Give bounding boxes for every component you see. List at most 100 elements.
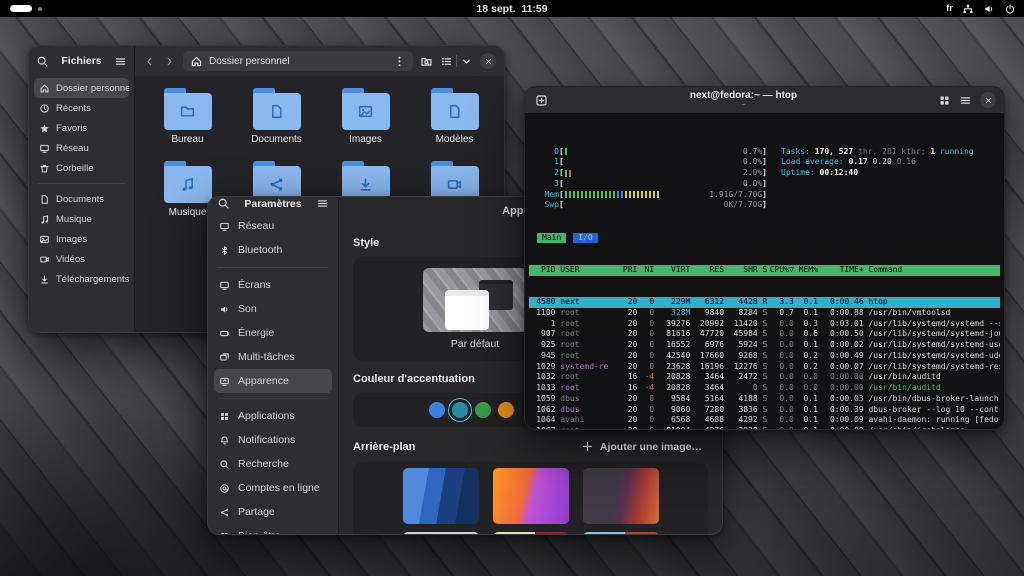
column-header-pri[interactable]: PRI (618, 265, 637, 276)
settings-item-bien-tre[interactable]: Bien-être (214, 524, 332, 534)
settings-item-bluetooth[interactable]: Bluetooth (214, 238, 332, 262)
sidebar-item-documents[interactable]: Documents (34, 189, 129, 209)
clock[interactable]: 18 sept. 11:59 (0, 3, 1024, 15)
settings-item-recherche[interactable]: Recherche (214, 452, 332, 476)
wallpaper-thumbnail-green-red[interactable] (493, 532, 569, 534)
keyboard-layout-indicator[interactable]: fr (946, 3, 953, 14)
info-segment: Tasks: (781, 147, 815, 156)
sidebar-item-corbeille[interactable]: Corbeille (34, 158, 129, 178)
settings-item-applications[interactable]: Applications (214, 404, 332, 428)
wallpaper-thumbnail-gray[interactable] (403, 532, 479, 534)
htop-tab-io[interactable]: I/O (573, 233, 597, 244)
network-icon[interactable] (962, 3, 974, 15)
cell-res: 16196 (690, 362, 724, 373)
menu-icon[interactable] (959, 94, 972, 107)
column-header-res[interactable]: RES (690, 265, 724, 276)
wallpaper-thumbnail-blue-red[interactable] (583, 532, 659, 534)
accent-color-orange[interactable] (498, 402, 514, 418)
process-row-1032[interactable]: 1032root16-42082834642472S0.00.00:00.00/… (529, 372, 1000, 383)
settings-item--nergie[interactable]: Énergie (214, 321, 332, 345)
folder-mod-les[interactable]: Modèles (410, 88, 499, 161)
settings-item-apparence[interactable]: Apparence (214, 369, 332, 393)
settings-item--crans[interactable]: Écrans (214, 273, 332, 297)
sidebar-item-label: Téléchargements (56, 274, 129, 285)
sidebar-item-favoris[interactable]: Favoris (34, 118, 129, 138)
kebab-menu-icon[interactable] (393, 55, 406, 68)
process-row-1033[interactable]: 1033root16-42082834640S0.00.00:00.00/usr… (529, 383, 1000, 394)
sidebar-item-t-l-chargements[interactable]: Téléchargements (34, 269, 129, 289)
process-row-1029[interactable]: 1029systemd-re200236281619612276S0.00.20… (529, 362, 1000, 373)
accent-color-blue[interactable] (429, 402, 445, 418)
settings-item-son[interactable]: Son (214, 297, 332, 321)
wallpaper-thumbnail-dark-red[interactable] (583, 468, 659, 524)
column-header-s[interactable]: S (758, 265, 768, 276)
cell-pri: 20 (618, 297, 637, 308)
forward-icon[interactable] (163, 55, 176, 68)
sidebar-item-images[interactable]: Images (34, 229, 129, 249)
chevron-down-icon[interactable] (460, 55, 473, 68)
sidebar-item-r-seau[interactable]: Réseau (34, 138, 129, 158)
cell-command: /usr/bin/auditd (864, 372, 1000, 383)
column-header-time[interactable]: TIME+ (818, 265, 864, 276)
settings-item-r-seau[interactable]: Réseau (214, 214, 332, 238)
wallpaper-thumbnail-blue[interactable] (403, 468, 479, 524)
menu-icon[interactable] (316, 197, 329, 210)
settings-item-partage[interactable]: Partage (214, 500, 332, 524)
list-view-icon[interactable] (440, 55, 453, 68)
column-header-ni[interactable]: NI (637, 265, 654, 276)
sidebar-item-label: Applications (238, 410, 295, 422)
column-header-virt[interactable]: VIRT (654, 265, 690, 276)
htop-tab-main[interactable]: Main (537, 233, 566, 244)
process-row-1067[interactable]: 1067root2008100442763928S0.00.10:00.09/u… (529, 426, 1000, 430)
sidebar-item-r-cents[interactable]: Récents (34, 98, 129, 118)
wallpaper-thumbnail-orange-purple[interactable] (493, 468, 569, 524)
process-row-1059[interactable]: 1059dbus200958451644188S0.00.10:00.03/us… (529, 394, 1000, 405)
column-header-user[interactable]: USER (555, 265, 618, 276)
search-icon[interactable] (36, 55, 49, 68)
folder-bureau[interactable]: Bureau (143, 88, 232, 161)
accent-color-teal[interactable] (452, 402, 468, 418)
process-row-4580[interactable]: 4580next200229M63124428R3.30.10:00.46hto… (529, 297, 1000, 308)
view-toggle-button[interactable] (440, 55, 473, 68)
system-tray[interactable]: fr (946, 0, 1016, 17)
back-icon[interactable] (143, 55, 156, 68)
accent-color-green[interactable] (475, 402, 491, 418)
volume-icon[interactable] (983, 3, 995, 15)
settings-item-notifications[interactable]: Notifications (214, 428, 332, 452)
add-image-button[interactable]: Ajouter une image… (575, 439, 708, 454)
process-row-1[interactable]: 1root200392762099211420S0.00.30:03.01/us… (529, 319, 1000, 330)
search-folder-icon[interactable] (420, 55, 433, 68)
process-row-945[interactable]: 945root20042540176609268S0.00.20:00.49/u… (529, 351, 1000, 362)
process-row-1062[interactable]: 1062dbus200906072803836S0.00.10:00.39dbu… (529, 405, 1000, 416)
sidebar-item-vid-os[interactable]: Vidéos (34, 249, 129, 269)
terminal-title: next@fedora:~ — htop (690, 91, 797, 101)
close-button[interactable] (480, 53, 496, 69)
process-row-907[interactable]: 907root200816164772045984S0.00.60:00.50/… (529, 329, 1000, 340)
power-icon[interactable] (1004, 3, 1016, 15)
path-bar[interactable]: Dossier personnel (183, 51, 413, 71)
process-row-925[interactable]: 925root2001655269765924S0.00.10:00.02/us… (529, 340, 1000, 351)
cell-pid: 4580 (529, 297, 555, 308)
column-header-command[interactable]: Command (864, 265, 1000, 276)
folder-images[interactable]: Images (321, 88, 410, 161)
tab-overview-icon[interactable] (938, 94, 951, 107)
menu-icon[interactable] (114, 55, 127, 68)
column-header-mem[interactable]: MEM% (794, 265, 818, 276)
column-header-cpu[interactable]: CPU%▽ (767, 265, 793, 276)
new-tab-icon[interactable] (533, 92, 549, 108)
close-button[interactable] (980, 92, 996, 108)
folder-documents[interactable]: Documents (232, 88, 321, 161)
cell-mem: 0.1 (794, 415, 818, 426)
column-header-pid[interactable]: PID (529, 265, 555, 276)
column-header-shr[interactable]: SHR (724, 265, 758, 276)
sidebar-item-dossier-personnel[interactable]: Dossier personnel (34, 78, 129, 98)
htop-table-header[interactable]: PIDUSERPRINIVIRTRESSHRSCPU%▽MEM%TIME+Com… (529, 265, 1000, 276)
style-option-default[interactable]: Par défaut (423, 268, 527, 350)
process-row-1100[interactable]: 1100root200328M98408284S0.70.10:00.88/us… (529, 308, 1000, 319)
sidebar-item-musique[interactable]: Musique (34, 209, 129, 229)
process-row-1064[interactable]: 1064avahi200656846884292S0.00.10:00.09av… (529, 415, 1000, 426)
cell-ni: 0 (637, 351, 654, 362)
settings-item-comptes-en-ligne[interactable]: Comptes en ligne (214, 476, 332, 500)
search-icon[interactable] (217, 197, 230, 210)
settings-item-multi-t-ches[interactable]: Multi-tâches (214, 345, 332, 369)
